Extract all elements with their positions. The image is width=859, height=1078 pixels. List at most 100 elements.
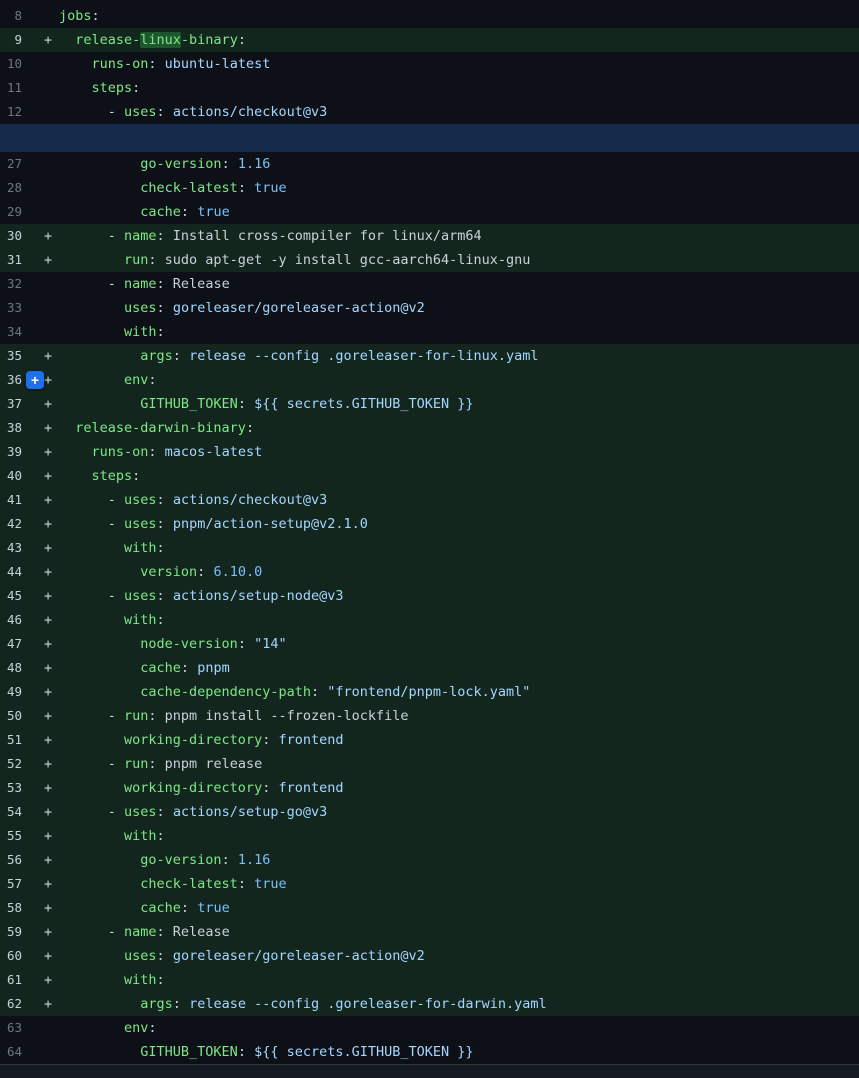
add-comment-button[interactable]: + xyxy=(26,371,44,389)
code-token: : xyxy=(132,468,140,484)
code-token: release-darwin-binary xyxy=(59,420,246,436)
diff-row: 47+ node-version: "14" xyxy=(0,632,859,656)
code-token: : xyxy=(238,636,246,652)
code-line: cache-dependency-path: "frontend/pnpm-lo… xyxy=(59,680,859,704)
code-line: - name: Release xyxy=(59,920,859,944)
code-line: env: xyxy=(59,368,859,392)
line-number[interactable]: 62 xyxy=(0,992,34,1016)
line-number[interactable]: 64 xyxy=(0,1040,34,1064)
code-token: true xyxy=(189,204,230,220)
line-number[interactable]: 41 xyxy=(0,488,34,512)
code-token: actions/checkout@v3 xyxy=(165,492,328,508)
diff-marker xyxy=(34,4,59,28)
diff-marker xyxy=(34,296,59,320)
line-number[interactable]: 31 xyxy=(0,248,34,272)
line-number[interactable]: 37 xyxy=(0,392,34,416)
line-number[interactable]: 48 xyxy=(0,656,34,680)
diff-row: 54+ - uses: actions/setup-go@v3 xyxy=(0,800,859,824)
diff-row: 55+ with: xyxy=(0,824,859,848)
line-number[interactable]: 30 xyxy=(0,224,34,248)
line-number[interactable]: 61 xyxy=(0,968,34,992)
code-token: with xyxy=(59,612,157,628)
line-number[interactable]: 29 xyxy=(0,200,34,224)
code-token: - xyxy=(59,276,124,292)
diff-row: 53+ working-directory: frontend xyxy=(0,776,859,800)
line-number[interactable]: 42 xyxy=(0,512,34,536)
line-number[interactable]: 50 xyxy=(0,704,34,728)
line-number[interactable]: 34 xyxy=(0,320,34,344)
diff-row: 31+ run: sudo apt-get -y install gcc-aar… xyxy=(0,248,859,272)
diff-marker: + xyxy=(34,488,59,512)
code-line: version: 6.10.0 xyxy=(59,560,859,584)
line-number[interactable]: 10 xyxy=(0,52,34,76)
code-token: macos-latest xyxy=(157,444,263,460)
code-token: steps xyxy=(59,80,132,96)
code-token: args xyxy=(59,348,173,364)
line-number[interactable]: 45 xyxy=(0,584,34,608)
diff-row: 46+ with: xyxy=(0,608,859,632)
code-token: release --config .goreleaser-for-darwin.… xyxy=(181,996,547,1012)
diff-row: 37+ GITHUB_TOKEN: ${{ secrets.GITHUB_TOK… xyxy=(0,392,859,416)
diff-marker xyxy=(34,320,59,344)
code-token: : xyxy=(238,396,246,412)
code-token: "14" xyxy=(246,636,287,652)
line-number[interactable]: 44 xyxy=(0,560,34,584)
code-token: : xyxy=(157,104,165,120)
line-number[interactable]: 58 xyxy=(0,896,34,920)
code-token: : xyxy=(92,8,100,24)
line-number[interactable]: 33 xyxy=(0,296,34,320)
code-line: jobs: xyxy=(59,4,859,28)
line-number[interactable]: 59 xyxy=(0,920,34,944)
line-number[interactable]: 63 xyxy=(0,1016,34,1040)
code-line: GITHUB_TOKEN: ${{ secrets.GITHUB_TOKEN }… xyxy=(59,1040,859,1064)
code-line: check-latest: true xyxy=(59,872,859,896)
diff-row: 8 jobs: xyxy=(0,4,859,28)
line-number[interactable]: 60 xyxy=(0,944,34,968)
line-number[interactable]: 11 xyxy=(0,76,34,100)
line-number[interactable]: 40 xyxy=(0,464,34,488)
diff-marker: + xyxy=(34,920,59,944)
line-number[interactable]: 43 xyxy=(0,536,34,560)
line-number[interactable]: 8 xyxy=(0,4,34,28)
code-line: with: xyxy=(59,608,859,632)
diff-row: 59+ - name: Release xyxy=(0,920,859,944)
line-number[interactable]: 52 xyxy=(0,752,34,776)
code-line: working-directory: frontend xyxy=(59,728,859,752)
code-token: uses xyxy=(124,104,157,120)
line-number[interactable]: 28 xyxy=(0,176,34,200)
line-number[interactable]: 32 xyxy=(0,272,34,296)
code-line: cache: true xyxy=(59,896,859,920)
code-token: : xyxy=(246,420,254,436)
code-line: - uses: actions/setup-go@v3 xyxy=(59,800,859,824)
line-number[interactable]: 39 xyxy=(0,440,34,464)
hunk-expander[interactable] xyxy=(0,124,859,152)
diff-marker: + xyxy=(34,560,59,584)
diff-row: 61+ with: xyxy=(0,968,859,992)
diff-row: 57+ check-latest: true xyxy=(0,872,859,896)
code-token: cache xyxy=(59,660,181,676)
code-token: name xyxy=(124,924,157,940)
diff-row: 56+ go-version: 1.16 xyxy=(0,848,859,872)
line-number[interactable]: 47 xyxy=(0,632,34,656)
line-number[interactable]: 49 xyxy=(0,680,34,704)
code-token: GITHUB_TOKEN xyxy=(59,1044,238,1060)
line-number[interactable]: 55 xyxy=(0,824,34,848)
code-token: linux xyxy=(140,32,181,48)
line-number[interactable]: 46 xyxy=(0,608,34,632)
diff-marker: + xyxy=(34,944,59,968)
line-number[interactable]: 38 xyxy=(0,416,34,440)
diff-marker xyxy=(34,176,59,200)
line-number[interactable]: 53 xyxy=(0,776,34,800)
line-number[interactable]: 54 xyxy=(0,800,34,824)
code-token: env xyxy=(59,372,148,388)
line-number[interactable]: 57 xyxy=(0,872,34,896)
line-number[interactable]: 35 xyxy=(0,344,34,368)
code-token: 1.16 xyxy=(230,852,271,868)
line-number[interactable]: 27 xyxy=(0,152,34,176)
line-number[interactable]: 12 xyxy=(0,100,34,124)
line-number[interactable]: 56 xyxy=(0,848,34,872)
code-line: - uses: actions/checkout@v3 xyxy=(59,100,859,124)
code-line: runs-on: macos-latest xyxy=(59,440,859,464)
line-number[interactable]: 9 xyxy=(0,28,34,52)
line-number[interactable]: 51 xyxy=(0,728,34,752)
